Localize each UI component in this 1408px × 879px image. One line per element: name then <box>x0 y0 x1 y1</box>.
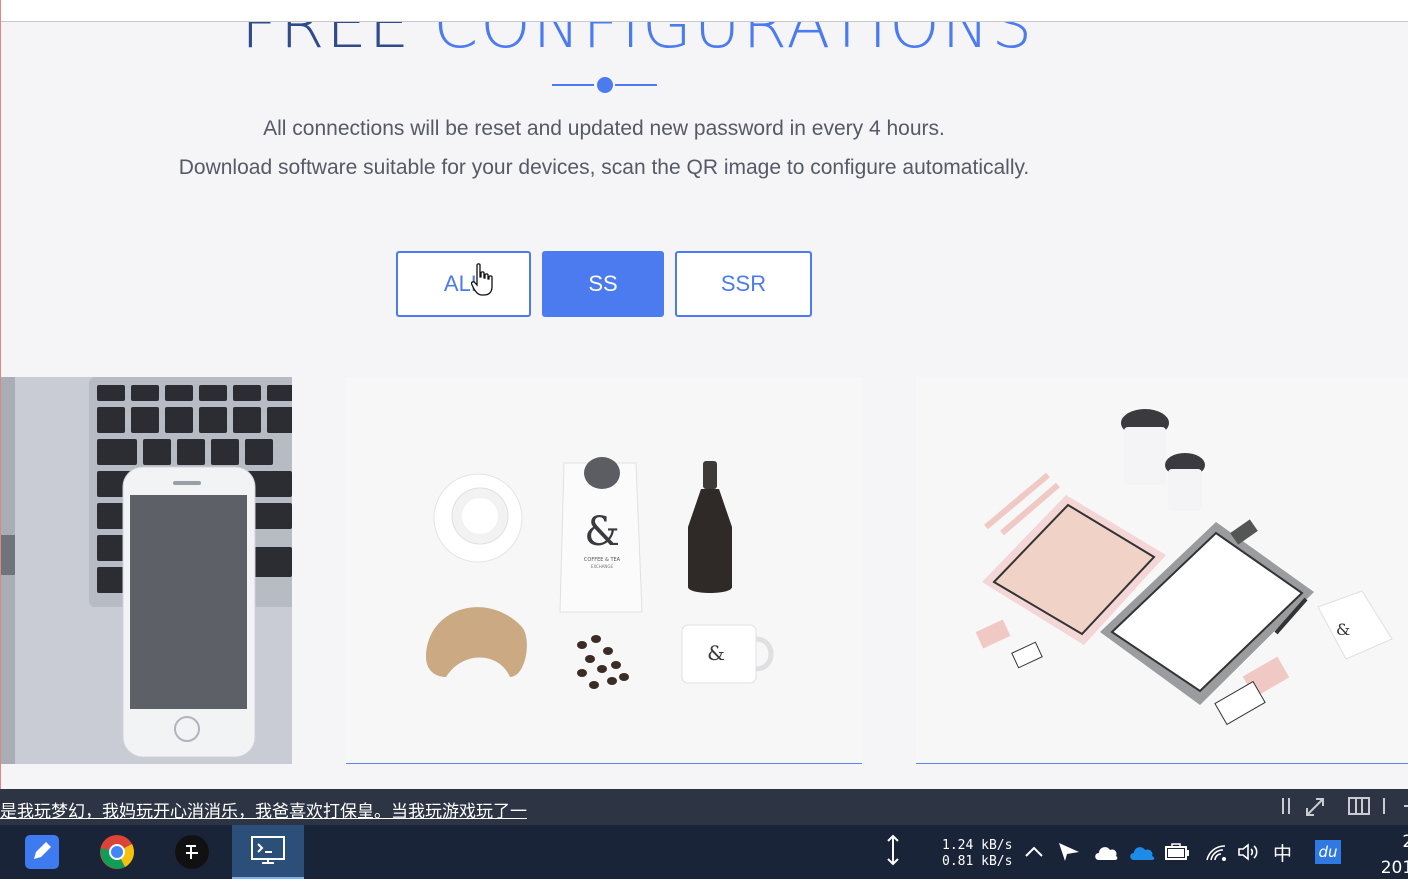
bag-ampersand: & <box>584 509 620 555</box>
taskbar-app-notes[interactable] <box>6 825 78 879</box>
volume-icon[interactable] <box>1237 839 1261 865</box>
baidu-tray-icon[interactable]: du <box>1315 839 1341 865</box>
wifi-icon[interactable] <box>1204 839 1228 865</box>
divider-line-right <box>615 84 657 86</box>
project-card-coffee[interactable]: & COFFEE & TEA EXCHANGE & <box>346 377 862 764</box>
network-upload-speed: 1.24 kB/s <box>942 838 1013 853</box>
onedrive-icon[interactable] <box>1128 839 1156 865</box>
network-download-speed: 0.81 kB/s <box>942 854 1013 869</box>
bag-ampersand-right: & <box>1336 620 1350 639</box>
web-page: FREE CONFIGURATIONS All connections will… <box>0 0 1408 789</box>
arrow-updown-icon[interactable] <box>884 834 902 866</box>
project-card-stationery[interactable]: & <box>916 377 1408 764</box>
project-card-laptop[interactable] <box>1 377 292 764</box>
clock-date: 2018 <box>1380 858 1408 878</box>
media-app-icon <box>175 835 209 869</box>
taskbar-app-media[interactable] <box>156 825 228 879</box>
stationery-mockup-image: & <box>916 377 1408 763</box>
browser-top-strip <box>1 0 1408 22</box>
clock-time: 22 <box>1402 832 1408 852</box>
bag-brand-line2: EXCHANGE <box>591 564 614 569</box>
pause-icon[interactable] <box>1281 797 1291 817</box>
taskbar-app-terminal[interactable] <box>232 825 304 879</box>
news-ticker-bar: 是我玩梦幻，我妈玩开心消消乐，我爸喜欢打保皇。当我玩游戏玩了一 <box>0 789 1408 825</box>
filter-all-button[interactable]: ALL <box>396 251 531 317</box>
filter-ss-button[interactable]: SS <box>542 251 664 317</box>
divider-bar-icon <box>1382 797 1386 817</box>
ime-indicator[interactable]: 中 <box>1273 839 1292 865</box>
description-line-2: Download software suitable for your devi… <box>178 156 1030 179</box>
send-icon[interactable] <box>1057 839 1081 865</box>
terminal-monitor-icon <box>251 836 285 864</box>
filter-ssr-button[interactable]: SSR <box>675 251 812 317</box>
description-line-1: All connections will be reset and update… <box>263 117 945 140</box>
chevron-up-icon[interactable] <box>1024 839 1044 865</box>
notes-app-icon <box>25 835 59 869</box>
chrome-icon <box>100 835 134 869</box>
hand-pointer-icon <box>471 263 493 296</box>
title-divider <box>552 76 657 94</box>
cloud-icon[interactable] <box>1093 839 1119 865</box>
battery-icon[interactable] <box>1164 839 1190 865</box>
laptop-phone-image <box>1 377 292 764</box>
divider-dot <box>597 77 613 93</box>
baidu-label: du <box>1315 840 1341 864</box>
columns-icon[interactable] <box>1348 797 1370 817</box>
system-clock[interactable]: 22 2018 <box>1364 829 1408 879</box>
network-speed: 1.24 kB/s 0.81 kB/s <box>942 838 1012 870</box>
bag-brand-line1: COFFEE & TEA <box>584 557 621 563</box>
mug-ampersand: & <box>707 641 725 665</box>
expand-icon[interactable] <box>1305 797 1325 817</box>
taskbar: 1.24 kB/s 0.81 kB/s 中 du 22 2018 <box>0 825 1408 879</box>
ticker-text[interactable]: 是我玩梦幻，我妈玩开心消消乐，我爸喜欢打保皇。当我玩游戏玩了一 <box>0 797 527 822</box>
taskbar-app-chrome[interactable] <box>81 825 153 879</box>
coffee-mockup-image: & COFFEE & TEA EXCHANGE & <box>346 377 862 763</box>
divider-line-left <box>552 84 594 86</box>
more-icon[interactable] <box>1400 797 1408 817</box>
